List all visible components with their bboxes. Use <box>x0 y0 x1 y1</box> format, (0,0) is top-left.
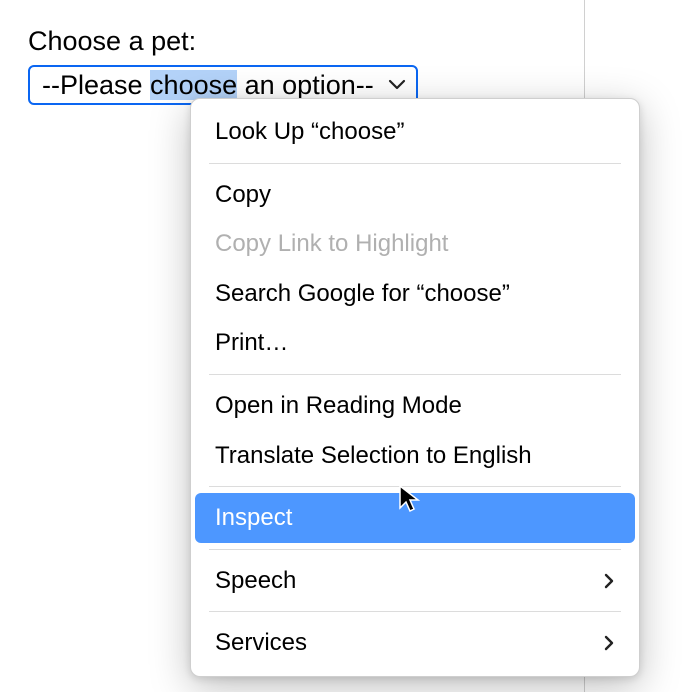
menu-item-print[interactable]: Print… <box>191 318 639 368</box>
menu-separator <box>209 374 621 375</box>
menu-separator <box>209 549 621 550</box>
menu-item-speech[interactable]: Speech <box>191 556 639 606</box>
menu-item-search-google[interactable]: Search Google for “choose” <box>191 269 639 319</box>
chevron-right-icon <box>603 634 615 652</box>
menu-separator <box>209 163 621 164</box>
select-display-text: --Please choose an option-- <box>42 70 374 101</box>
menu-item-copy[interactable]: Copy <box>191 170 639 220</box>
menu-item-translate[interactable]: Translate Selection to English <box>191 431 639 481</box>
menu-item-reading-mode[interactable]: Open in Reading Mode <box>191 381 639 431</box>
menu-separator <box>209 611 621 612</box>
menu-item-inspect[interactable]: Inspect <box>195 493 635 543</box>
menu-separator <box>209 486 621 487</box>
menu-item-copy-link-highlight: Copy Link to Highlight <box>191 219 639 269</box>
context-menu: Look Up “choose” Copy Copy Link to Highl… <box>190 98 640 677</box>
chevron-right-icon <box>603 572 615 590</box>
menu-item-lookup[interactable]: Look Up “choose” <box>191 107 639 157</box>
select-label: Choose a pet: <box>28 26 664 57</box>
menu-item-services[interactable]: Services <box>191 618 639 668</box>
chevron-down-icon <box>388 79 406 91</box>
highlighted-selection: choose <box>150 70 237 100</box>
